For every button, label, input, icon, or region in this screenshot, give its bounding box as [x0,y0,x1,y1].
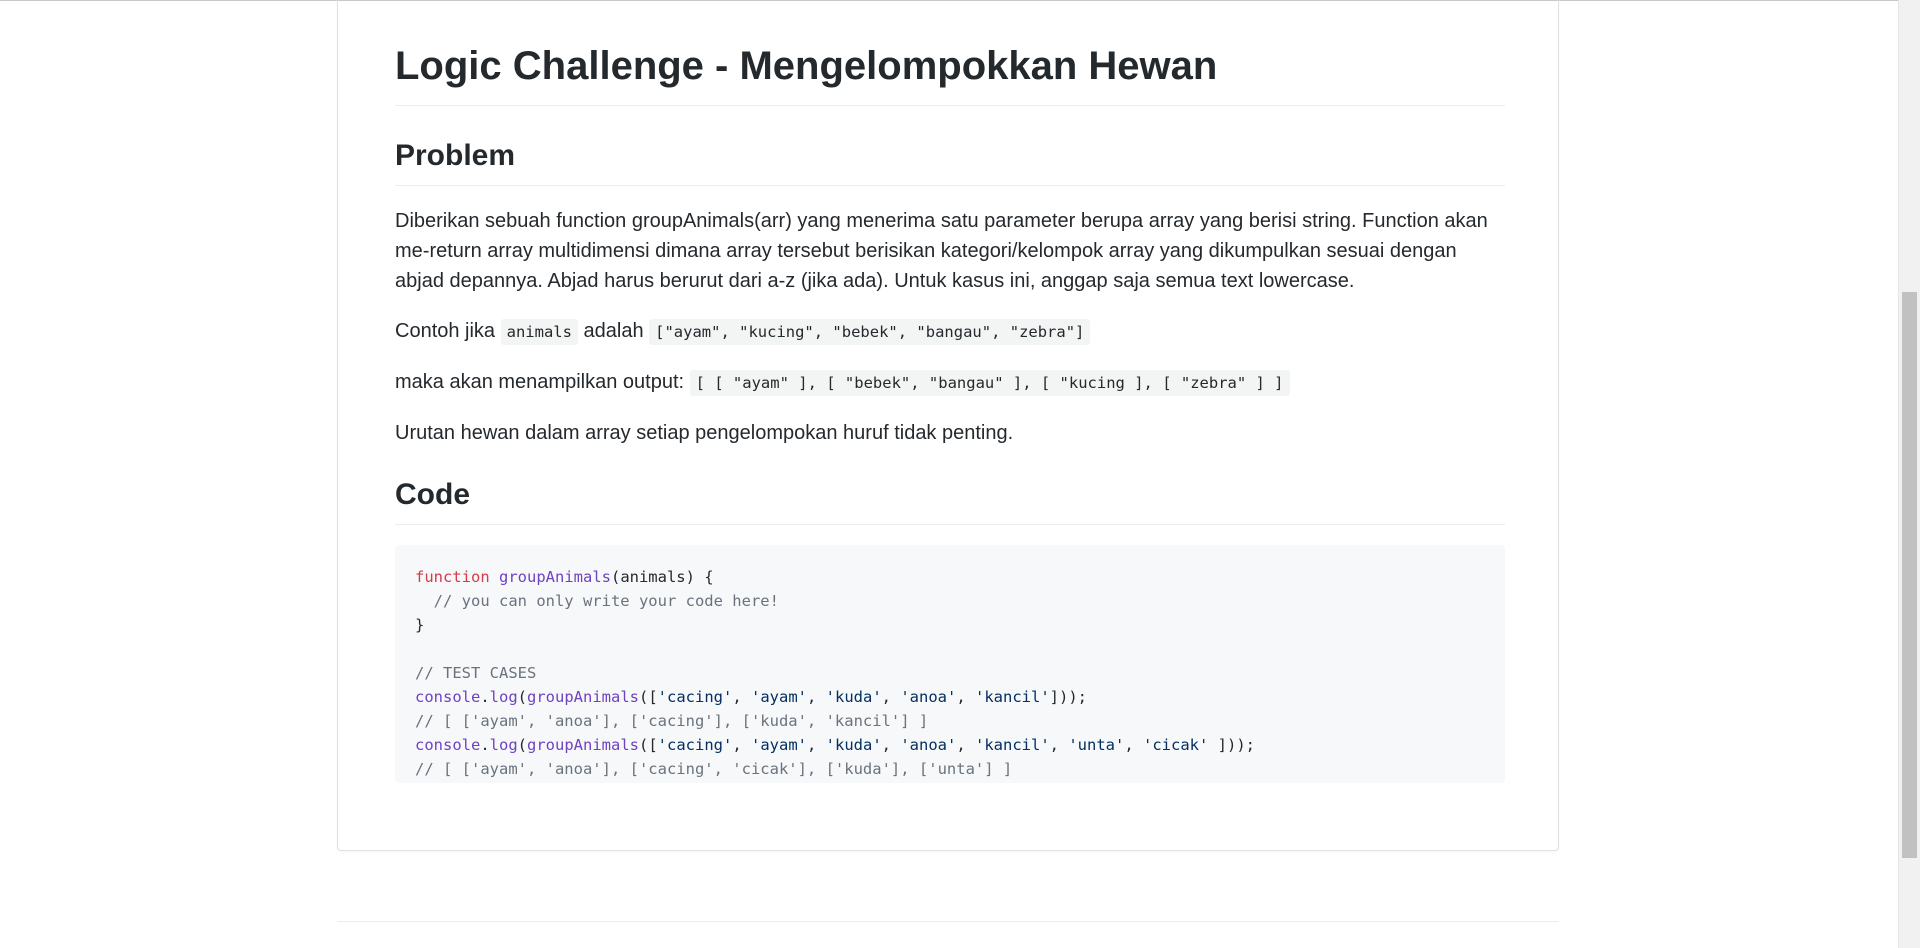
code-dot: . [480,736,490,754]
code-string: 'cacing' [657,688,733,706]
code-call-fn: groupAnimals [527,688,639,706]
code-string: 'kuda' [825,688,882,706]
code-block[interactable]: function groupAnimals(animals) { // you … [395,545,1505,783]
page-title: Logic Challenge - Mengelompokkan Hewan [395,0,1505,106]
code-string: 'ayam' [751,688,807,706]
code-sep: , [956,736,976,754]
code-string: 'anoa' [900,736,957,754]
order-note: Urutan hewan dalam array setiap pengelom… [395,422,1014,444]
code-line-4-blank [415,637,1485,661]
example-var-code: animals [500,319,578,345]
code-string: 'kuda' [825,736,882,754]
code-line-1: function groupAnimals(animals) { [415,565,1485,589]
code-sep: , [881,688,901,706]
readme-article: Logic Challenge - Mengelompokkan Hewan P… [337,0,1559,851]
example-array-code: ["ayam", "kucing", "bebek", "bangau", "z… [649,319,1091,345]
code-args-close: ])); [1049,688,1087,706]
code-call-fn: groupAnimals [527,736,639,754]
readme-content: Logic Challenge - Mengelompokkan Hewan P… [395,0,1505,783]
output-paragraph: maka akan menampilkan output: [ [ "ayam"… [395,367,1505,398]
code-params: (animals) { [610,568,714,586]
code-paren: ( [517,736,528,754]
code-function-name: groupAnimals [499,568,611,586]
code-line-7: // [ ['ayam', 'anoa'], ['cacing'], ['kud… [415,712,929,730]
code-console: console [415,688,481,706]
code-line-6: console.log(groupAnimals(['cacing', 'aya… [415,685,1485,709]
problem-heading: Problem [395,137,1505,186]
code-string: 'kancil' [975,688,1050,706]
code-sep: , [1049,736,1069,754]
code-line-3: } [415,616,425,634]
code-string: 'anoa' [900,688,957,706]
code-sep: , [807,688,826,706]
code-line-9: // [ ['ayam', 'anoa'], ['cacing', 'cicak… [415,760,1013,778]
code-sep: , [732,688,751,706]
output-prefix: maka akan menampilkan output: [395,371,690,393]
output-code: [ [ "ayam" ], [ "bebek", "bangau" ], [ "… [689,370,1290,396]
problem-description: Diberikan sebuah function groupAnimals(a… [395,210,1488,292]
code-line-5: // TEST CASES [415,664,537,682]
example-paragraph: Contoh jika animals adalah ["ayam", "kuc… [395,316,1505,347]
code-sep: , [881,736,901,754]
example-prefix: Contoh jika [395,320,501,342]
footer-divider [337,921,1559,922]
page-scrollbar[interactable] [1898,0,1920,948]
code-args-open: ([ [639,688,658,706]
code-string: 'cacing' [657,736,733,754]
code-sep: , [732,736,751,754]
code-args-open: ([ [639,736,658,754]
code-keyword: function [415,568,490,586]
code-string: 'kancil' [975,736,1050,754]
code-args-close: ])); [1208,736,1256,754]
example-mid: adalah [577,320,650,342]
code-dot: . [480,688,490,706]
code-heading: Code [395,476,1505,525]
code-paren: ( [517,688,528,706]
code-string: 'unta' [1068,736,1125,754]
scrollbar-thumb[interactable] [1902,292,1917,858]
code-string: 'ayam' [751,736,807,754]
code-string: 'cicak' [1143,736,1209,754]
code-log: log [489,736,518,754]
code-console: console [415,736,481,754]
code-sep: , [956,688,976,706]
code-sep: , [807,736,826,754]
code-line-2: // you can only write your code here! [415,592,779,610]
code-sep: , [1124,736,1144,754]
code-line-8: console.log(groupAnimals(['cacing', 'aya… [415,733,1485,757]
code-log: log [489,688,518,706]
